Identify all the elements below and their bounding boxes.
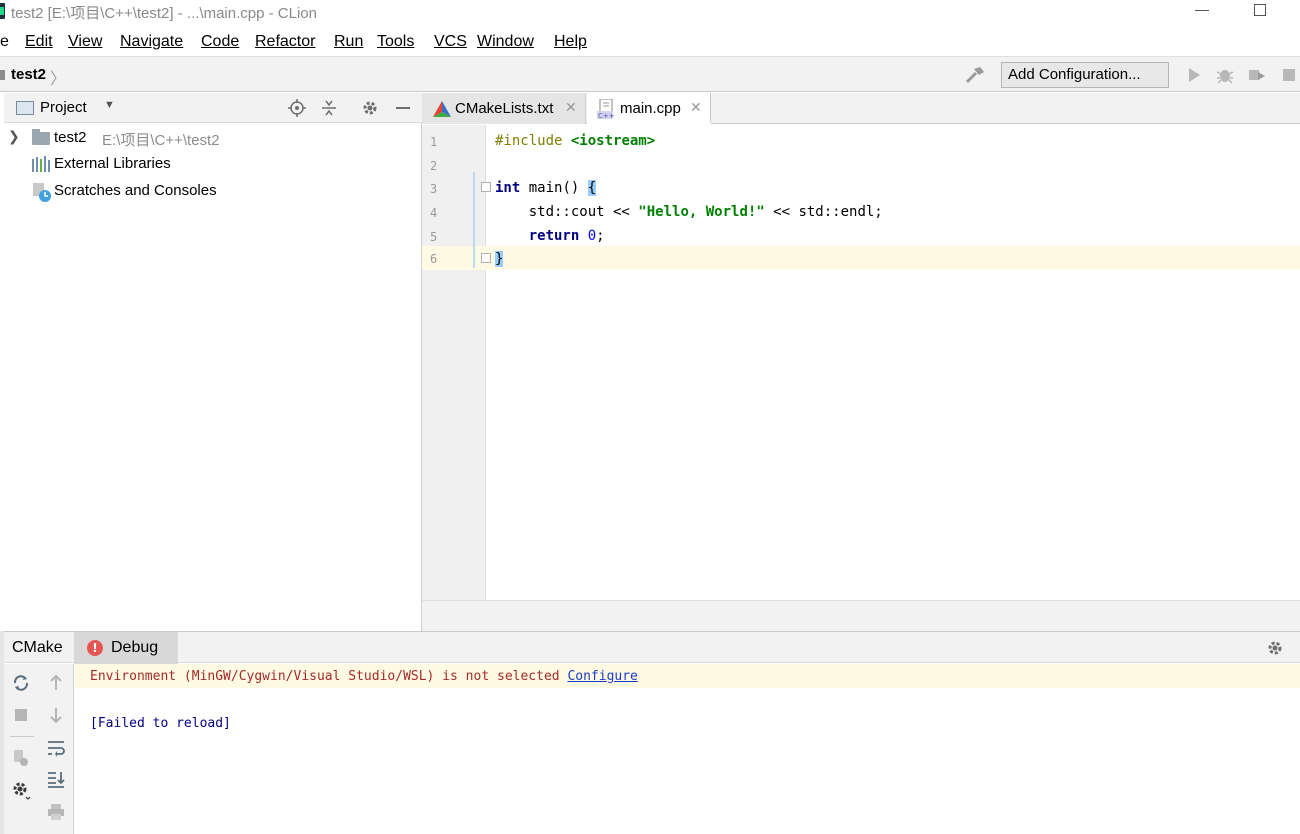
scroll-to-end-icon[interactable]: [46, 769, 66, 789]
print-icon[interactable]: [46, 802, 66, 822]
project-icon: [0, 70, 5, 80]
console-toolbar: [4, 664, 74, 834]
line-number: 3: [430, 182, 438, 196]
tree-item-label: test2: [54, 129, 87, 146]
arrow-up-icon[interactable]: [46, 673, 66, 693]
menu-view[interactable]: View: [68, 33, 102, 51]
tree-item-path: E:\项目\C++\test2: [102, 132, 220, 149]
tab-label: main.cpp: [620, 100, 681, 117]
console-output[interactable]: Environment (MinGW/Cygwin/Visual Studio/…: [75, 664, 1300, 834]
stop-icon[interactable]: [1280, 66, 1300, 84]
tab-cmakelists[interactable]: CMakeLists.txt ✕: [422, 93, 586, 124]
scratch-icon: [33, 183, 51, 202]
close-icon[interactable]: ✕: [690, 99, 702, 116]
code-line-5: return 0;: [528, 228, 605, 244]
tree-item-scratches[interactable]: Scratches and Consoles: [4, 179, 422, 203]
project-view-icon: [16, 101, 34, 115]
code-line-6: }: [495, 251, 504, 267]
toolbar-separator: [10, 736, 34, 737]
tool-window-tabs: CMake ! Debug: [4, 631, 1300, 664]
tree-item-test2[interactable]: ❯ test2 E:\项目\C++\test2: [4, 126, 422, 150]
locate-target-icon[interactable]: [288, 99, 306, 117]
chevron-down-icon[interactable]: ▼: [104, 99, 115, 111]
gear-icon[interactable]: [1266, 639, 1284, 657]
status-message: [Failed to reload]: [90, 716, 231, 731]
cmake-settings-icon[interactable]: [11, 748, 31, 768]
line-number-gutter: 1 2 3 4 5: [422, 125, 486, 600]
line-number: 5: [430, 230, 438, 244]
editor-horizontal-scrollbar-area: [422, 600, 1300, 631]
reload-icon[interactable]: [11, 673, 31, 693]
code-content: #include <iostream> int main() { std::co…: [487, 125, 1300, 600]
project-panel-header: Project ▼: [4, 93, 422, 123]
menu-vcs[interactable]: VCS: [434, 33, 467, 51]
project-panel: Project ▼ ❯ test2 E:\项目\C++\test2 Extern…: [0, 93, 422, 631]
build-hammer-icon[interactable]: [964, 65, 986, 85]
breadcrumb[interactable]: test2: [11, 66, 46, 83]
error-icon: !: [87, 640, 103, 656]
line-number: 4: [430, 206, 438, 220]
tab-cmake[interactable]: CMake: [4, 632, 72, 664]
line-number: 6: [430, 252, 438, 266]
cmake-icon: [433, 101, 451, 117]
debug-bug-icon[interactable]: [1215, 66, 1235, 84]
menu-bar: e Edit View Navigate Code Refactor Run T…: [0, 28, 1300, 56]
menu-tools[interactable]: Tools: [377, 33, 414, 51]
menu-file[interactable]: e: [0, 33, 9, 51]
add-configuration-button[interactable]: Add Configuration...: [1001, 62, 1169, 88]
maximize-button[interactable]: [1254, 4, 1266, 16]
menu-code[interactable]: Code: [201, 33, 239, 51]
code-line-4: std::cout << "Hello, World!" << std::end…: [495, 204, 883, 220]
arrow-down-icon[interactable]: [46, 705, 66, 725]
hide-panel-icon[interactable]: [394, 99, 412, 117]
clion-logo-icon: [0, 3, 5, 19]
close-icon[interactable]: ✕: [565, 99, 577, 116]
menu-edit[interactable]: Edit: [25, 33, 53, 51]
tab-debug[interactable]: ! Debug: [74, 632, 178, 664]
tab-main-cpp[interactable]: C++ main.cpp ✕: [587, 93, 711, 124]
warning-banner: Environment (MinGW/Cygwin/Visual Studio/…: [75, 664, 1300, 688]
menu-help[interactable]: Help: [554, 33, 587, 51]
tree-item-label: External Libraries: [54, 155, 171, 172]
navigation-bar: test2 〉 Add Configuration...: [0, 56, 1300, 92]
folder-icon: [32, 129, 50, 145]
menu-refactor[interactable]: Refactor: [255, 33, 315, 51]
editor-tabs: CMakeLists.txt ✕ C++ main.cpp ✕: [422, 93, 1300, 124]
menu-navigate[interactable]: Navigate: [120, 33, 183, 51]
code-line-1: #include <iostream>: [495, 133, 656, 149]
tree-item-external-libraries[interactable]: External Libraries: [4, 152, 422, 176]
tree-item-label: Scratches and Consoles: [54, 182, 217, 199]
library-icon: [32, 156, 50, 172]
menu-run[interactable]: Run: [334, 33, 363, 51]
configure-link[interactable]: Configure: [567, 669, 637, 684]
soft-wrap-icon[interactable]: [46, 738, 66, 758]
menu-window[interactable]: Window: [477, 33, 534, 51]
scope-indicator: [473, 172, 475, 268]
gear-icon[interactable]: [11, 780, 31, 800]
run-with-coverage-icon[interactable]: [1247, 66, 1267, 84]
line-number: 2: [430, 159, 438, 173]
breadcrumb-chevron-icon: 〉: [50, 71, 67, 88]
project-panel-title[interactable]: Project: [40, 99, 87, 116]
gear-icon[interactable]: [361, 99, 379, 117]
line-number: 1: [430, 135, 438, 149]
run-icon[interactable]: [1184, 66, 1204, 84]
window-title: test2 [E:\项目\C++\test2] - ...\main.cpp -…: [11, 5, 317, 22]
collapse-all-icon[interactable]: [320, 99, 338, 117]
warning-message: Environment (MinGW/Cygwin/Visual Studio/…: [90, 669, 638, 684]
minimize-button[interactable]: [1195, 10, 1209, 11]
tab-label: Debug: [111, 639, 159, 656]
tab-label: CMakeLists.txt: [455, 100, 554, 117]
title-bar: test2 [E:\项目\C++\test2] - ...\main.cpp -…: [0, 0, 1300, 26]
stop-icon[interactable]: [11, 705, 31, 725]
chevron-right-icon[interactable]: ❯: [8, 128, 20, 145]
svg-text:C++: C++: [598, 112, 615, 119]
code-line-3: int main() {: [495, 180, 597, 196]
cpp-file-icon: C++: [597, 99, 615, 119]
